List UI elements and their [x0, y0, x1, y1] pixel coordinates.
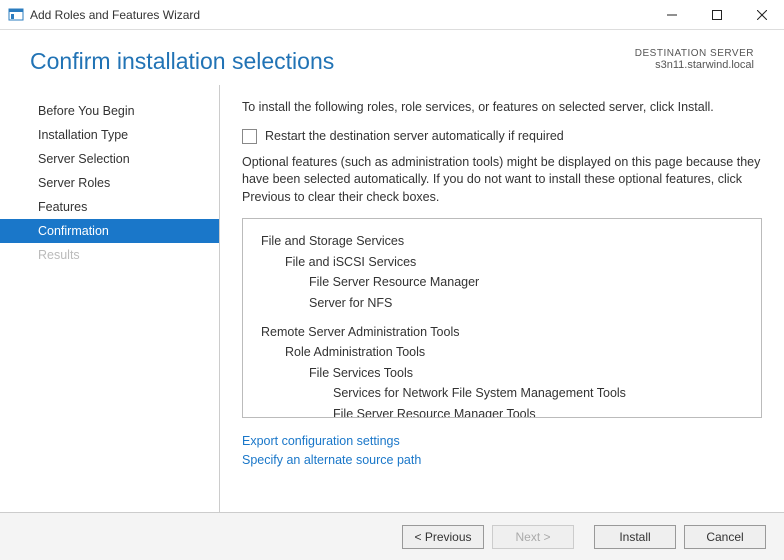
tree-item: File and Storage Services — [261, 231, 743, 252]
tree-item: File and iSCSI Services — [261, 252, 743, 273]
sidebar-step-results: Results — [0, 243, 219, 267]
tree-item: Remote Server Administration Tools — [261, 322, 743, 343]
restart-label: Restart the destination server automatic… — [265, 129, 564, 143]
install-button[interactable]: Install — [594, 525, 676, 549]
optional-note: Optional features (such as administratio… — [242, 154, 762, 207]
export-link[interactable]: Export configuration settings — [242, 432, 762, 451]
tree-item: Server for NFS — [261, 293, 743, 314]
intro-text: To install the following roles, role ser… — [242, 99, 762, 117]
destination-value: s3n11.starwind.local — [635, 59, 754, 71]
links: Export configuration settings Specify an… — [242, 432, 762, 470]
alt-source-link[interactable]: Specify an alternate source path — [242, 451, 762, 470]
tree-item: File Server Resource Manager Tools — [261, 404, 743, 418]
main: Before You BeginInstallation TypeServer … — [0, 85, 784, 515]
footer: < Previous Next > Install Cancel — [0, 512, 784, 560]
restart-checkbox-row[interactable]: Restart the destination server automatic… — [242, 129, 762, 144]
close-button[interactable] — [739, 0, 784, 30]
window-title: Add Roles and Features Wizard — [30, 8, 649, 22]
minimize-button[interactable] — [649, 0, 694, 30]
sidebar-step-installation-type[interactable]: Installation Type — [0, 123, 219, 147]
next-button: Next > — [492, 525, 574, 549]
app-icon — [8, 7, 24, 23]
tree-item: Services for Network File System Managem… — [261, 383, 743, 404]
restart-checkbox[interactable] — [242, 129, 257, 144]
sidebar-step-confirmation[interactable]: Confirmation — [0, 219, 219, 243]
sidebar-step-server-roles[interactable]: Server Roles — [0, 171, 219, 195]
sidebar-step-server-selection[interactable]: Server Selection — [0, 147, 219, 171]
previous-button[interactable]: < Previous — [402, 525, 484, 549]
sidebar: Before You BeginInstallation TypeServer … — [30, 85, 220, 515]
maximize-button[interactable] — [694, 0, 739, 30]
sidebar-step-features[interactable]: Features — [0, 195, 219, 219]
cancel-button[interactable]: Cancel — [684, 525, 766, 549]
page-title: Confirm installation selections — [30, 48, 334, 75]
destination-label: DESTINATION SERVER — [635, 48, 754, 59]
tree-item: File Server Resource Manager — [261, 272, 743, 293]
tree-item: Role Administration Tools — [261, 342, 743, 363]
titlebar: Add Roles and Features Wizard — [0, 0, 784, 30]
tree-item: File Services Tools — [261, 363, 743, 384]
roles-tree: File and Storage ServicesFile and iSCSI … — [242, 218, 762, 418]
sidebar-step-before-you-begin[interactable]: Before You Begin — [0, 99, 219, 123]
content: To install the following roles, role ser… — [220, 85, 784, 515]
header: Confirm installation selections DESTINAT… — [0, 30, 784, 85]
destination-server-box: DESTINATION SERVER s3n11.starwind.local — [635, 48, 754, 71]
window-controls — [649, 0, 784, 30]
